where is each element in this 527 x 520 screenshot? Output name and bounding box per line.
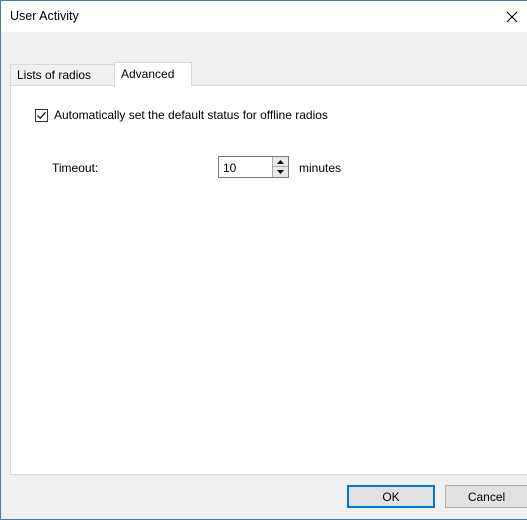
window-title: User Activity	[10, 9, 79, 23]
arrow-down-icon	[277, 170, 284, 174]
timeout-unit-label: minutes	[299, 161, 342, 175]
auto-status-label: Automatically set the default status for…	[54, 108, 328, 122]
close-icon	[506, 11, 518, 22]
timeout-input[interactable]: 10	[223, 161, 236, 175]
timeout-stepper[interactable]: 10	[218, 156, 289, 178]
tab-panel-advanced	[10, 85, 527, 475]
arrow-up-icon	[277, 159, 284, 164]
cancel-button[interactable]: Cancel	[445, 485, 527, 508]
user-activity-dialog: User Activity Lists of radios Advanced A…	[0, 0, 527, 520]
checkmark-icon	[37, 111, 46, 119]
tab-lists-of-radios[interactable]: Lists of radios	[10, 64, 115, 86]
timeout-stepper-buttons	[272, 157, 288, 177]
timeout-label: Timeout:	[52, 161, 99, 175]
stepper-up-button[interactable]	[273, 157, 288, 167]
close-button[interactable]	[497, 1, 527, 32]
title-bar: User Activity	[1, 1, 527, 32]
auto-status-checkbox[interactable]	[35, 108, 48, 122]
tab-advanced[interactable]: Advanced	[114, 62, 192, 87]
auto-status-option[interactable]: Automatically set the default status for…	[35, 108, 328, 122]
stepper-down-button[interactable]	[273, 167, 288, 177]
ok-button[interactable]: OK	[347, 485, 435, 508]
